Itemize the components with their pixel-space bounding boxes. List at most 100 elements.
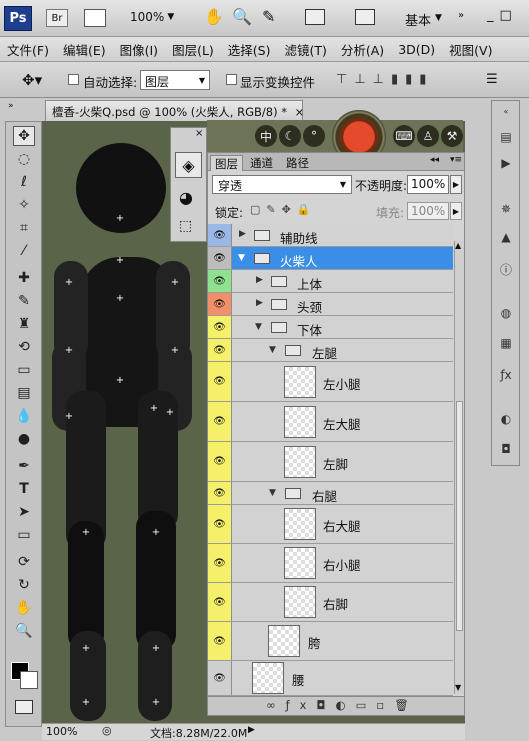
tab-layers[interactable]: 图层: [210, 155, 243, 171]
tab-channels[interactable]: 通道: [246, 155, 277, 171]
visibility-eye-icon[interactable]: 👁: [208, 316, 232, 338]
histogram-panel-icon[interactable]: ▲: [497, 229, 515, 245]
type-icon[interactable]: T: [13, 479, 35, 499]
visibility-eye-icon[interactable]: 👁: [208, 622, 232, 660]
scroll-thumb[interactable]: [456, 401, 463, 631]
collapse-arrow-icon[interactable]: ▼: [269, 345, 276, 355]
visibility-eye-icon[interactable]: 👁: [208, 482, 232, 504]
auto-select-checkbox[interactable]: [68, 74, 79, 88]
layer-row-upper-body[interactable]: 👁 ▶ 上体: [208, 270, 453, 293]
visibility-eye-icon[interactable]: 👁: [208, 505, 232, 543]
channels-panel-icon[interactable]: ◕: [179, 188, 193, 207]
adjustments-panel-icon[interactable]: ◐: [497, 411, 515, 427]
history-brush-icon[interactable]: ⟲: [13, 337, 35, 357]
styles-panel-icon[interactable]: ƒx: [497, 367, 515, 383]
screen-mode-icon[interactable]: [355, 9, 375, 25]
3d-rotate-icon[interactable]: ⟳: [13, 552, 35, 572]
info-panel-icon[interactable]: ⓘ: [497, 261, 515, 277]
hand-icon[interactable]: ✋: [13, 598, 35, 618]
layer-row-left-leg[interactable]: 👁 ▼ 左腿: [208, 339, 453, 362]
menu-3d[interactable]: 3D(D): [391, 42, 442, 57]
history-panel-icon[interactable]: ▤: [497, 129, 515, 145]
background-color-swatch[interactable]: [20, 671, 38, 689]
collapse-arrow-icon[interactable]: ▼: [255, 322, 262, 332]
maximize-icon[interactable]: □: [500, 8, 512, 23]
menu-filter[interactable]: 滤镜(T): [277, 40, 333, 59]
layer-row-lower-body[interactable]: 👁 ▼ 下体: [208, 316, 453, 339]
visibility-eye-icon[interactable]: 👁: [208, 402, 232, 441]
expand-arrow-icon[interactable]: ▶: [256, 275, 263, 285]
visibility-eye-icon[interactable]: 👁: [208, 661, 232, 695]
workspace-switcher[interactable]: 基本 ▼: [405, 10, 442, 29]
visibility-eye-icon[interactable]: 👁: [208, 362, 232, 401]
expand-arrow-icon[interactable]: ▶: [256, 298, 263, 308]
actions-panel-icon[interactable]: ▶: [497, 155, 515, 171]
scroll-up-icon[interactable]: ▲: [455, 241, 461, 250]
status-zoom[interactable]: 100%: [46, 725, 77, 738]
arrange-documents-icon[interactable]: [305, 9, 325, 25]
dodge-icon[interactable]: ●: [13, 429, 35, 449]
layer-row-right-foot[interactable]: 👁 右脚: [208, 583, 453, 622]
healing-brush-icon[interactable]: ✚: [13, 268, 35, 288]
clone-stamp-icon[interactable]: ♜: [13, 314, 35, 334]
tab-paths[interactable]: 路径: [282, 155, 313, 171]
auto-select-dropdown[interactable]: 图层 ▼: [140, 70, 210, 90]
panel-menu-icon[interactable]: ▾≡: [446, 155, 466, 171]
layer-row-guides[interactable]: 👁 ▶ 辅助线: [208, 224, 453, 247]
document-tab[interactable]: 檀香-火柴Q.psd @ 100% (火柴人, RGB/8) * ×: [45, 100, 305, 121]
layer-row-left-foot[interactable]: 👁 左脚: [208, 442, 453, 482]
menu-view[interactable]: 视图(V): [442, 40, 499, 59]
panel-collapse-icon[interactable]: »: [8, 101, 14, 111]
fill-arrow-icon[interactable]: ▶: [450, 202, 462, 220]
masks-panel-icon[interactable]: ◘: [497, 441, 515, 457]
view-extras-icon[interactable]: [84, 9, 106, 27]
brush-icon[interactable]: ✎: [13, 291, 35, 311]
close-icon[interactable]: ×: [295, 105, 305, 119]
crop-icon[interactable]: ⌗: [13, 218, 35, 238]
status-info-icon[interactable]: ◎: [102, 724, 112, 737]
layer-row-left-calf[interactable]: 👁 左小腿: [208, 362, 453, 402]
path-selection-icon[interactable]: ➤: [13, 502, 35, 522]
swatches-panel-icon[interactable]: ▦: [497, 335, 515, 351]
visibility-eye-icon[interactable]: 👁: [208, 442, 232, 481]
collapse-arrow-icon[interactable]: ▼: [269, 488, 276, 498]
menu-edit[interactable]: 编辑(E): [56, 40, 113, 59]
layer-row-left-thigh[interactable]: 👁 左大腿: [208, 402, 453, 442]
menu-image[interactable]: 图像(I): [113, 40, 165, 59]
collapse-arrow-icon[interactable]: ▼: [238, 253, 245, 263]
elliptical-marquee-icon[interactable]: ◌: [13, 149, 35, 169]
minimize-icon[interactable]: _: [487, 8, 494, 23]
layer-row-head-neck[interactable]: 👁 ▶ 头颈: [208, 293, 453, 316]
lasso-icon[interactable]: ℓ: [13, 172, 35, 192]
align-buttons[interactable]: ⊤⊥⊥▮▮▮: [336, 72, 433, 87]
layer-row-right-thigh[interactable]: 👁 右大腿: [208, 505, 453, 544]
menu-analysis[interactable]: 分析(A): [334, 40, 391, 59]
lock-icons[interactable]: ▢✎✥🔒: [250, 203, 317, 216]
paths-panel-icon[interactable]: ⬚: [179, 218, 192, 234]
distribute-icon[interactable]: ☰: [486, 72, 498, 87]
color-panel-icon[interactable]: ◍: [497, 305, 515, 321]
visibility-eye-icon[interactable]: 👁: [208, 247, 232, 269]
dock-collapse-icon[interactable]: «: [497, 103, 515, 119]
layer-row-stickman[interactable]: 👁 ▼ 火柴人: [208, 247, 453, 270]
pen-icon[interactable]: ✒: [13, 456, 35, 476]
expand-arrow-icon[interactable]: »: [458, 10, 464, 21]
panel-collapse-icon[interactable]: ◂◂: [426, 155, 443, 171]
menu-file[interactable]: 文件(F): [0, 40, 56, 59]
layer-row-right-leg[interactable]: 👁 ▼ 右腿: [208, 482, 453, 505]
move-tool-icon[interactable]: ✥: [13, 126, 35, 146]
visibility-eye-icon[interactable]: 👁: [208, 544, 232, 582]
layer-row-waist[interactable]: 👁 腰: [208, 661, 453, 696]
fill-input[interactable]: 100%: [407, 202, 449, 220]
layer-actions[interactable]: ∞ƒx◘◐▭▫🗑: [266, 698, 419, 712]
rotate-view-icon[interactable]: ✎: [262, 7, 275, 26]
zoom-tool-icon[interactable]: 🔍: [232, 7, 252, 26]
zoom-level-select[interactable]: 100% ▼: [130, 10, 182, 24]
navigator-panel-icon[interactable]: ✵: [497, 201, 515, 217]
gradient-icon[interactable]: ▤: [13, 383, 35, 403]
move-tool-preset-icon[interactable]: ✥▾: [22, 71, 42, 89]
bridge-button[interactable]: Br: [46, 9, 68, 27]
eyedropper-icon[interactable]: ⁄: [13, 241, 35, 261]
visibility-eye-icon[interactable]: 👁: [208, 224, 232, 246]
layers-scrollbar[interactable]: ▲ ▼: [454, 241, 464, 694]
